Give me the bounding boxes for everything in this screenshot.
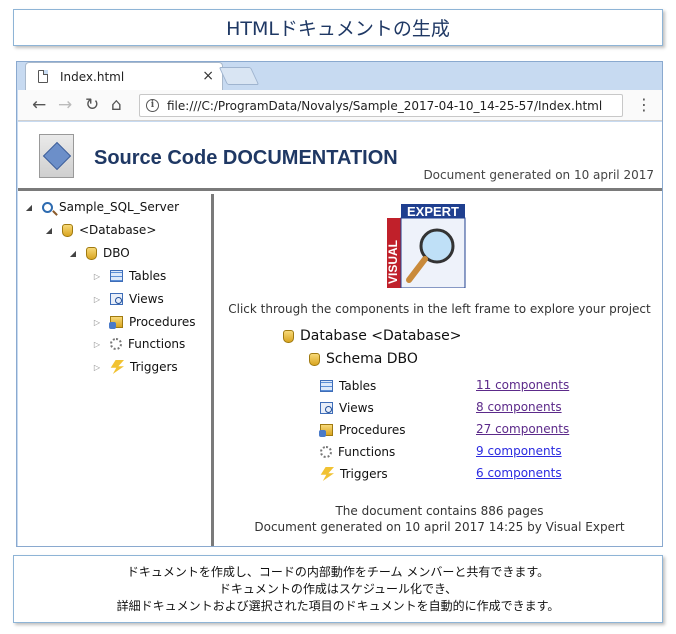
logo-text-visual: VISUAL xyxy=(387,240,400,284)
menu-icon[interactable]: ⋮ xyxy=(636,95,652,115)
procedure-icon xyxy=(319,424,333,437)
component-label: Tables xyxy=(339,379,377,393)
main-pane: EXPERT VISUAL Click through the componen… xyxy=(217,194,662,546)
tree-pane: ◢ Sample_SQL_Server ◢ <Database> ◢ DBO ▷… xyxy=(18,194,214,546)
visual-expert-logo-icon: EXPERT VISUAL xyxy=(387,204,466,288)
intro-text: Click through the components in the left… xyxy=(228,302,651,316)
documentation-logo-icon xyxy=(39,134,74,178)
trigger-icon xyxy=(320,467,334,481)
tables-components-link[interactable]: 11 components xyxy=(476,378,569,392)
database-heading-label: Database <Database> xyxy=(300,328,462,344)
description-line: ドキュメントの作成はスケジュール化でき、 xyxy=(218,581,458,596)
tree-label: Tables xyxy=(129,269,167,283)
collapsed-arrow-icon[interactable]: ▷ xyxy=(92,272,102,281)
component-row-procedures: Procedures xyxy=(319,422,406,438)
doc-generated-date: Document generated on 10 april 2017 xyxy=(423,168,654,182)
url-text: file:///C:/ProgramData/Novalys/Sample_20… xyxy=(167,98,603,113)
function-icon xyxy=(110,338,122,350)
collapsed-arrow-icon[interactable]: ▷ xyxy=(92,340,102,349)
home-icon[interactable]: ⌂ xyxy=(111,95,122,115)
tree-node-functions[interactable]: ▷ Functions xyxy=(92,335,185,353)
tree-label: Views xyxy=(129,292,164,306)
browser-window: Index.html × ← → ↻ ⌂ i file:///C:/Progra… xyxy=(16,61,663,547)
server-icon xyxy=(42,201,53,213)
close-tab-icon[interactable]: × xyxy=(202,68,214,84)
component-row-views: Views xyxy=(320,400,374,416)
tree-label: Procedures xyxy=(129,315,196,329)
procedure-icon xyxy=(109,316,123,329)
schema-icon xyxy=(309,352,320,366)
tree-label: <Database> xyxy=(79,223,157,237)
trigger-icon xyxy=(110,360,124,374)
doc-title: Source Code DOCUMENTATION xyxy=(94,147,398,169)
tree-node-procedures[interactable]: ▷ Procedures xyxy=(92,313,196,331)
schema-icon xyxy=(86,246,97,260)
tree-label: DBO xyxy=(103,246,130,260)
description-line: 詳細ドキュメントおよび選択された項目のドキュメントを自動的に作成できます。 xyxy=(116,598,560,613)
functions-components-link[interactable]: 9 components xyxy=(476,444,562,458)
new-tab-button[interactable] xyxy=(218,67,260,85)
page-title: HTMLドキュメントの生成 xyxy=(13,9,663,46)
browser-tab[interactable]: Index.html × xyxy=(25,62,223,90)
tree-node-views[interactable]: ▷ Views xyxy=(92,290,164,308)
pages-count-text: The document contains 886 pages xyxy=(335,504,544,518)
procedures-components-link[interactable]: 27 components xyxy=(476,422,569,436)
back-icon[interactable]: ← xyxy=(32,95,46,115)
collapsed-arrow-icon[interactable]: ▷ xyxy=(92,295,102,304)
view-icon xyxy=(320,402,333,414)
description-box: ドキュメントを作成し、コードの内部動作をチーム メンバーと共有できます。 ドキュ… xyxy=(13,555,663,623)
reload-icon[interactable]: ↻ xyxy=(85,95,99,115)
browser-toolbar: ← → ↻ ⌂ i file:///C:/ProgramData/Novalys… xyxy=(18,90,662,121)
component-row-tables: Tables xyxy=(320,378,376,394)
tab-title: Index.html xyxy=(60,69,125,84)
function-icon xyxy=(320,446,332,458)
component-row-triggers: Triggers xyxy=(320,466,388,482)
tree-node-triggers[interactable]: ▷ Triggers xyxy=(92,358,178,376)
view-icon xyxy=(110,293,123,305)
component-label: Triggers xyxy=(340,467,388,481)
expanded-arrow-icon[interactable]: ◢ xyxy=(68,249,78,258)
info-icon[interactable]: i xyxy=(146,99,159,112)
schema-heading: Schema DBO xyxy=(309,351,418,367)
logo-text-expert: EXPERT xyxy=(407,204,459,219)
triggers-components-link[interactable]: 6 components xyxy=(476,466,562,480)
page-content: Source Code DOCUMENTATION Document gener… xyxy=(18,122,662,546)
collapsed-arrow-icon[interactable]: ▷ xyxy=(92,363,102,372)
description-line: ドキュメントを作成し、コードの内部動作をチーム メンバーと共有できます。 xyxy=(126,564,550,579)
component-label: Views xyxy=(339,401,374,415)
table-icon xyxy=(320,380,333,392)
component-row-functions: Functions xyxy=(320,444,395,460)
address-bar[interactable]: i file:///C:/ProgramData/Novalys/Sample_… xyxy=(139,94,623,117)
tree-node-tables[interactable]: ▷ Tables xyxy=(92,267,166,285)
doc-header: Source Code DOCUMENTATION Document gener… xyxy=(18,122,662,191)
expanded-arrow-icon[interactable]: ◢ xyxy=(44,226,54,235)
collapsed-arrow-icon[interactable]: ▷ xyxy=(92,318,102,327)
component-label: Functions xyxy=(338,445,396,459)
table-icon xyxy=(110,270,123,282)
tree-label: Triggers xyxy=(130,360,178,374)
tree-label: Functions xyxy=(128,337,186,351)
expanded-arrow-icon[interactable]: ◢ xyxy=(24,203,34,212)
tree-label: Sample_SQL_Server xyxy=(59,200,180,214)
page-icon xyxy=(38,70,48,83)
forward-icon[interactable]: → xyxy=(58,95,72,115)
tree-node-server[interactable]: ◢ Sample_SQL_Server xyxy=(24,198,179,216)
tree-node-schema[interactable]: ◢ DBO xyxy=(68,244,130,262)
tree-node-database[interactable]: ◢ <Database> xyxy=(44,221,156,239)
database-icon xyxy=(283,329,294,343)
views-components-link[interactable]: 8 components xyxy=(476,400,562,414)
database-icon xyxy=(62,223,73,237)
component-label: Procedures xyxy=(339,423,406,437)
generated-by-text: Document generated on 10 april 2017 14:2… xyxy=(254,520,625,534)
schema-heading-label: Schema DBO xyxy=(326,351,418,367)
database-heading: Database <Database> xyxy=(283,328,462,344)
